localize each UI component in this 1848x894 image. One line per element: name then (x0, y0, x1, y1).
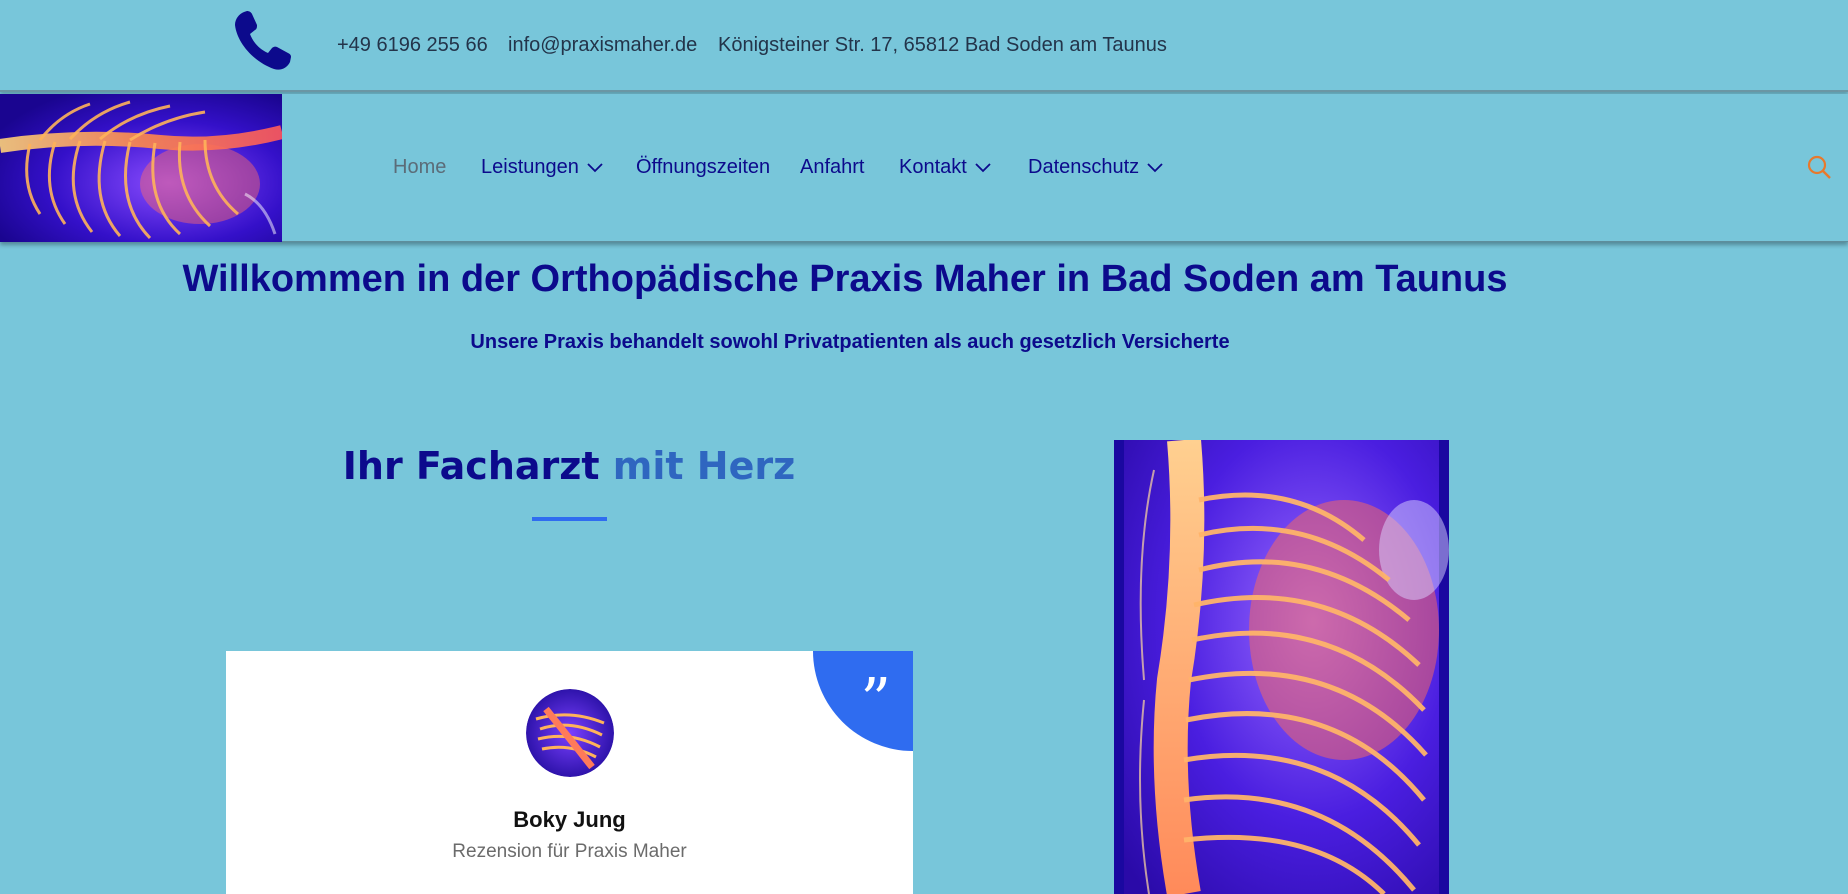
chevron-down-icon (587, 162, 603, 172)
reviewer-name: Boky Jung (513, 807, 626, 832)
nav-datenschutz[interactable]: Datenschutz (1028, 156, 1163, 179)
testimonial-card: ” Boky Jung Rezension für Praxis Maher (226, 651, 913, 894)
nav-anfahrt[interactable]: Anfahrt (800, 156, 864, 179)
page-subtitle-text: Unsere Praxis behandelt sowohl Privatpat… (470, 331, 1230, 353)
nav-datenschutz-label: Datenschutz (1028, 156, 1140, 178)
chevron-down-icon (1147, 162, 1163, 172)
page-title-text: Willkommen in der Orthopädische Praxis M… (182, 258, 1508, 300)
nav-kontakt[interactable]: Kontakt (899, 156, 991, 179)
nav-home-label: Home (393, 156, 447, 178)
nav-kontakt-label: Kontakt (899, 156, 967, 178)
search-icon[interactable] (1806, 154, 1832, 180)
section-heading: Ihr Facharzt mit Herz (226, 444, 912, 488)
main-header: Home Leistungen Öffnungszeiten Anfahrt K… (0, 94, 1848, 242)
page-subtitle: Unsere Praxis behandelt sowohl Privatpat… (0, 331, 1848, 354)
avatar (526, 689, 614, 777)
spine-xray-image (1114, 440, 1449, 894)
section-heading-plain: Ihr Facharzt (342, 444, 600, 488)
quote-icon: ” (860, 666, 891, 736)
page-title: Willkommen in der Orthopädische Praxis M… (0, 258, 1848, 301)
phone-number-link[interactable]: +49 6196 255 66 (337, 34, 488, 57)
chevron-down-icon (975, 162, 991, 172)
top-contact-bar: +49 6196 255 66 info@praxismaher.de Köni… (0, 0, 1848, 92)
heading-underline (532, 517, 607, 521)
nav-leistungen-label: Leistungen (481, 156, 579, 178)
address-text: Königsteiner Str. 17, 65812 Bad Soden am… (718, 34, 1167, 56)
nav-anfahrt-label: Anfahrt (800, 156, 865, 178)
phone-icon[interactable] (230, 10, 294, 74)
reviewer-subtitle: Rezension für Praxis Maher (452, 841, 687, 862)
email-link[interactable]: info@praxismaher.de (508, 34, 697, 57)
nav-home[interactable]: Home (393, 156, 446, 179)
nav-oeffnungszeiten[interactable]: Öffnungszeiten (636, 156, 770, 179)
nav-oeffnungszeiten-label: Öffnungszeiten (636, 156, 771, 178)
spine-logo[interactable] (0, 94, 282, 242)
section-heading-accent: mit Herz (612, 444, 796, 488)
nav-leistungen[interactable]: Leistungen (481, 156, 603, 179)
